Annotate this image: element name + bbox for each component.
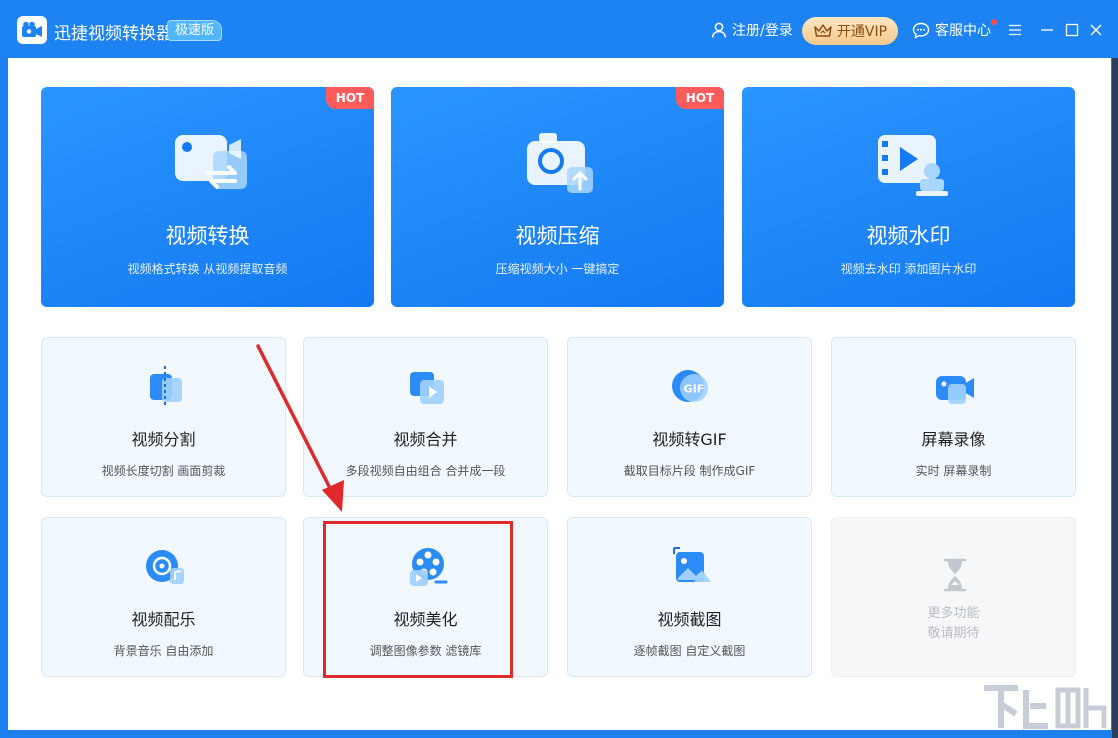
gif-icon: GIF <box>672 370 708 402</box>
video-watermark-icon <box>878 135 948 196</box>
user-icon <box>711 22 727 38</box>
card-desc: 逐帧截图 自定义截图 <box>633 644 746 658</box>
tool-card-video-to-gif[interactable]: GIF 视频转GIF 截取目标片段 制作成GIF <box>567 337 812 497</box>
tool-card-video-beautify[interactable]: 视频美化 调整图像参数 滤镜库 <box>303 517 548 677</box>
app-logo-icon <box>17 16 47 44</box>
hot-badge: HOT <box>676 87 724 109</box>
hero-desc: 视频格式转换 从视频提取音频 <box>127 262 288 276</box>
card-title: 视频转GIF <box>652 430 727 449</box>
chat-bubble-icon <box>912 22 930 39</box>
crown-icon <box>814 24 832 37</box>
video-compress-icon <box>527 133 593 193</box>
card-desc: 实时 屏幕录制 <box>915 464 992 478</box>
card-desc: 调整图像参数 滤镜库 <box>369 644 482 658</box>
music-disc-icon <box>146 550 184 584</box>
hero-card-video-convert[interactable]: HOT 视频转换 视频格式转换 从视频提取音频 <box>41 87 374 307</box>
card-desc: 截取目标片段 制作成GIF <box>623 464 756 478</box>
desktop-edge <box>1112 58 1118 738</box>
tool-card-video-music[interactable]: 视频配乐 背景音乐 自由添加 <box>41 517 286 677</box>
film-reel-icon <box>410 548 448 586</box>
video-split-icon <box>150 366 182 408</box>
minimize-icon[interactable] <box>1037 20 1057 40</box>
card-title: 视频配乐 <box>131 610 196 629</box>
app-title: 迅捷视频转换器 <box>54 24 173 44</box>
tool-card-video-split[interactable]: 视频分割 视频长度切割 画面剪裁 <box>41 337 286 497</box>
hero-card-video-watermark[interactable]: 视频水印 视频去水印 添加图片水印 <box>742 87 1075 307</box>
app-window: 迅捷视频转换器 极速版 注册/登录 开通VIP 客服中心 HOT 视频转换 视频… <box>0 0 1118 738</box>
tool-card-video-screenshot[interactable]: 视频截图 逐帧截图 自定义截图 <box>567 517 812 677</box>
menu-icon[interactable] <box>1005 20 1025 40</box>
hot-badge: HOT <box>326 87 374 109</box>
hourglass-icon <box>943 558 967 592</box>
tool-card-more-features: 更多功能 敬请期待 <box>831 517 1076 677</box>
open-vip-button[interactable]: 开通VIP <box>802 17 898 45</box>
service-label: 客服中心 <box>935 23 991 39</box>
card-title: 更多功能 <box>927 606 980 621</box>
tool-card-screen-record[interactable]: 屏幕录像 实时 屏幕录制 <box>831 337 1076 497</box>
hero-title: 视频压缩 <box>515 224 600 248</box>
card-title: 视频截图 <box>657 610 722 629</box>
card-title: 屏幕录像 <box>921 430 986 449</box>
vip-label: 开通VIP <box>836 24 888 40</box>
close-icon[interactable] <box>1086 20 1106 40</box>
card-title: 视频合并 <box>393 430 458 449</box>
hero-desc: 视频去水印 添加图片水印 <box>840 262 977 276</box>
customer-service-button[interactable]: 客服中心 <box>912 20 991 40</box>
video-convert-icon <box>175 135 247 189</box>
hero-desc: 压缩视频大小 一键搞定 <box>495 262 620 276</box>
title-bar: 迅捷视频转换器 极速版 注册/登录 开通VIP 客服中心 <box>0 0 1118 58</box>
image-screenshot-icon <box>673 547 711 582</box>
card-desc: 多段视频自由组合 合并成一段 <box>345 464 506 478</box>
hero-title: 视频转换 <box>165 224 250 248</box>
edition-badge: 极速版 <box>167 20 223 41</box>
card-desc: 背景音乐 自由添加 <box>113 644 214 658</box>
screen-record-icon <box>936 376 974 404</box>
tool-card-video-merge[interactable]: 视频合并 多段视频自由组合 合并成一段 <box>303 337 548 497</box>
maximize-icon[interactable] <box>1062 20 1082 40</box>
notification-dot <box>991 19 997 25</box>
video-merge-icon <box>410 372 444 404</box>
login-button[interactable]: 注册/登录 <box>710 20 793 40</box>
svg-text:GIF: GIF <box>684 383 705 396</box>
card-desc: 视频长度切割 画面剪裁 <box>101 464 226 478</box>
card-title: 视频分割 <box>131 430 196 449</box>
hero-title: 视频水印 <box>866 224 951 248</box>
login-label: 注册/登录 <box>732 23 793 39</box>
card-title: 视频美化 <box>393 610 458 629</box>
hero-card-video-compress[interactable]: HOT 视频压缩 压缩视频大小 一键搞定 <box>391 87 724 307</box>
card-desc: 敬请期待 <box>927 626 980 641</box>
